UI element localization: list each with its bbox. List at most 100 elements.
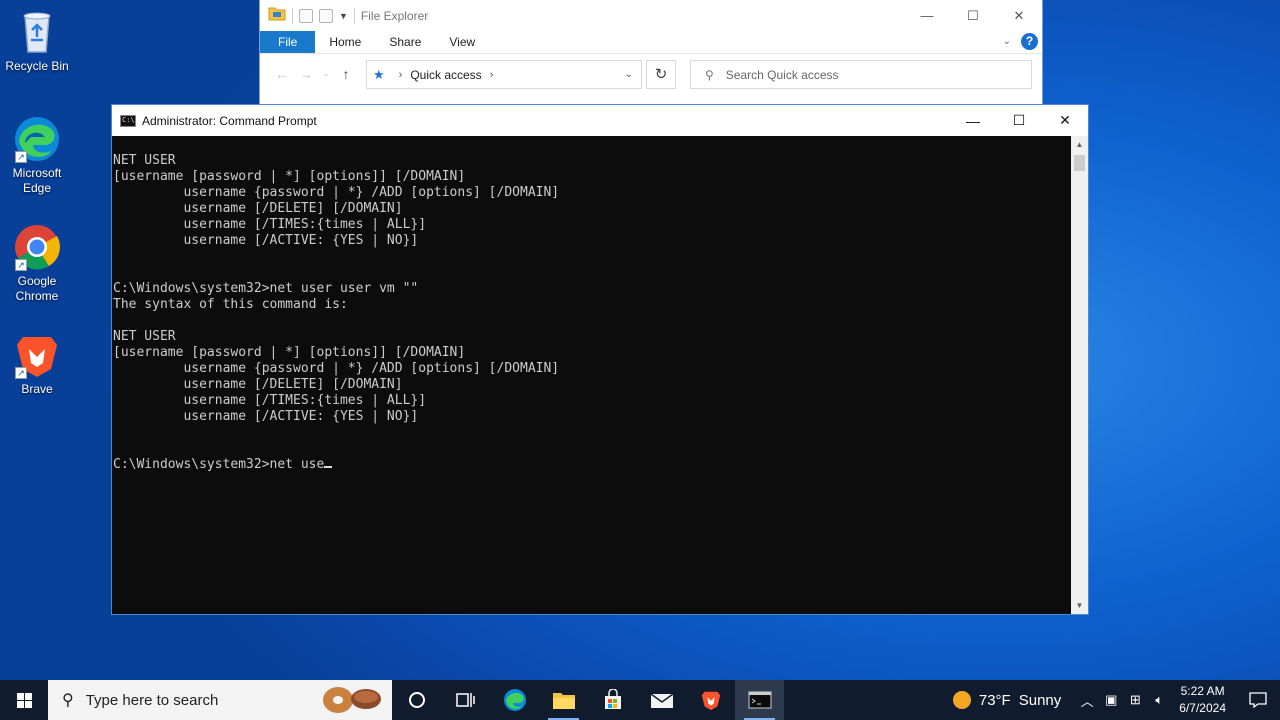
console-line: C:\Windows\system32>net user user vm "" <box>113 281 419 296</box>
scroll-up-icon[interactable]: ▲ <box>1071 136 1088 153</box>
tab-home[interactable]: Home <box>315 31 375 53</box>
forward-arrow-icon[interactable]: → <box>294 66 318 82</box>
mail-icon[interactable] <box>637 680 686 720</box>
taskbar-clock[interactable]: 5:22 AM 6/7/2024 <box>1179 683 1226 717</box>
file-explorer-icon[interactable] <box>539 680 588 720</box>
shortcut-arrow-icon: ↗ <box>15 259 27 271</box>
edge-icon[interactable] <box>490 680 539 720</box>
task-view-icon[interactable] <box>441 680 490 720</box>
help-icon[interactable]: ? <box>1021 33 1038 50</box>
sunny-weather-icon <box>952 691 971 709</box>
ribbon-tabs: File Home Share View ⌄ ? <box>260 31 1042 53</box>
action-center-icon[interactable] <box>1236 692 1280 708</box>
quick-access-toolbar: ▼ <box>268 5 355 26</box>
breadcrumb-separator-icon[interactable]: › <box>490 69 494 81</box>
desktop-icon-label: Recycle Bin <box>5 59 69 73</box>
maximize-button[interactable]: ☐ <box>996 105 1042 136</box>
edge-icon: ↗ <box>13 115 61 163</box>
console-line: username [/DELETE] [/DOMAIN] <box>113 377 403 392</box>
cortana-icon[interactable] <box>392 680 441 720</box>
search-icon: ⚲ <box>62 692 74 709</box>
search-highlight-donut-icon[interactable] <box>320 685 384 715</box>
console-line: username [/DELETE] [/DOMAIN] <box>113 201 403 216</box>
store-icon[interactable] <box>588 680 637 720</box>
breadcrumb-separator-icon[interactable]: › <box>399 69 403 81</box>
console-line: username [/ACTIVE: {YES | NO}] <box>113 409 419 424</box>
address-dropdown-icon[interactable]: ⌄ <box>625 69 633 80</box>
minimize-button[interactable]: — <box>904 0 950 31</box>
breadcrumb-quick-access[interactable]: Quick access <box>410 68 481 82</box>
console-line: [username [password | *] [options]] [/DO… <box>113 345 466 360</box>
explorer-titlebar[interactable]: ▼ File Explorer — ☐ ✕ <box>260 0 1042 31</box>
desktop-icon-label: Brave <box>21 382 53 396</box>
file-explorer-window[interactable]: ▼ File Explorer — ☐ ✕ File Home Share Vi… <box>259 0 1043 106</box>
clock-time: 5:22 AM <box>1180 684 1225 698</box>
properties-icon[interactable] <box>299 8 313 23</box>
close-button[interactable]: ✕ <box>996 0 1042 31</box>
weather-temperature: 73°F <box>978 691 1011 709</box>
vertical-scrollbar[interactable]: ▲ ▼ <box>1071 136 1088 614</box>
new-folder-icon[interactable] <box>319 8 333 23</box>
refresh-button[interactable]: ↻ <box>646 60 676 89</box>
shortcut-arrow-icon: ↗ <box>15 367 27 379</box>
cmd-window-icon: C:\ <box>120 114 136 127</box>
desktop-icon-label: Google Chrome <box>15 274 59 303</box>
search-placeholder: Search Quick access <box>725 67 839 82</box>
search-input[interactable]: ⚲ Search Quick access <box>690 60 1032 89</box>
show-hidden-icons-chevron-icon[interactable]: ︿ <box>1075 691 1099 710</box>
console-line: username [/TIMES:{times | ALL}] <box>113 217 427 232</box>
brave-icon[interactable] <box>686 680 735 720</box>
desktop-icon-label: Microsoft Edge <box>12 166 62 195</box>
cmd-titlebar[interactable]: C:\ Administrator: Command Prompt — ☐ ✕ <box>112 105 1088 136</box>
weather-widget[interactable]: 73°F Sunny <box>952 691 1062 709</box>
up-arrow-icon[interactable]: ↑ <box>334 66 358 82</box>
search-icon: ⚲ <box>705 67 714 82</box>
chevron-down-icon[interactable]: ▼ <box>339 11 348 21</box>
toolbar-divider <box>292 7 293 24</box>
taskbar: ⚲ Type here to search 73°F Sunny ︿ ▣ ⊞ 🔈… <box>0 680 1280 720</box>
tab-file[interactable]: File <box>260 31 316 53</box>
address-bar[interactable]: ★ › Quick access › ⌄ <box>366 60 642 89</box>
clock-date: 6/7/2024 <box>1179 701 1226 715</box>
minimize-button[interactable]: — <box>950 105 996 136</box>
close-button[interactable]: ✕ <box>1042 105 1088 136</box>
window-title: Administrator: Command Prompt <box>142 113 317 128</box>
folder-icon[interactable] <box>268 5 286 26</box>
back-arrow-icon[interactable]: ← <box>270 66 294 82</box>
scroll-down-icon[interactable]: ▼ <box>1071 597 1088 614</box>
desktop-icon-google-chrome[interactable]: ↗ Google Chrome <box>0 223 74 304</box>
console-line: username {password | *} /ADD [options] [… <box>113 361 560 376</box>
start-button[interactable] <box>0 680 48 720</box>
weather-description: Sunny <box>1018 691 1062 709</box>
console-line: The syntax of this command is: <box>113 297 348 312</box>
network-icon[interactable]: ⊞ <box>1123 692 1147 708</box>
volume-muted-icon[interactable]: 🔈︎ <box>1147 692 1171 708</box>
command-prompt-window[interactable]: C:\ Administrator: Command Prompt — ☐ ✕ … <box>111 104 1089 615</box>
console-input-line[interactable]: C:\Windows\system32>net use <box>113 457 1071 473</box>
scrollbar-thumb[interactable] <box>1074 155 1085 171</box>
expand-ribbon-icon[interactable]: ⌄ <box>1003 36 1011 47</box>
navigation-bar: ← → ⌄ ↑ ★ › Quick access › ⌄ ↻ ⚲ Search … <box>260 53 1042 93</box>
toolbar-divider <box>353 7 355 24</box>
console-line: username {password | *} /ADD [options] [… <box>113 185 560 200</box>
maximize-button[interactable]: ☐ <box>950 0 996 31</box>
desktop-icon-brave[interactable]: ↗ Brave <box>0 331 74 397</box>
desktop-icon-microsoft-edge[interactable]: ↗ Microsoft Edge <box>0 115 74 196</box>
desktop-icon-recycle-bin[interactable]: Recycle Bin <box>0 8 74 74</box>
tab-share[interactable]: Share <box>375 31 435 53</box>
tab-view[interactable]: View <box>435 31 489 53</box>
taskbar-search-box[interactable]: ⚲ Type here to search <box>48 680 392 720</box>
console-line: NET USER <box>113 153 176 168</box>
console-output[interactable]: NET USER [username [password | *] [option… <box>112 136 1071 614</box>
recent-locations-icon[interactable]: ⌄ <box>318 68 334 79</box>
meet-now-icon[interactable]: ▣ <box>1099 692 1123 708</box>
console-line: username [/ACTIVE: {YES | NO}] <box>113 233 419 248</box>
window-title: File Explorer <box>360 8 429 23</box>
shortcut-arrow-icon: ↗ <box>15 151 27 163</box>
cmd-icon[interactable] <box>735 680 784 720</box>
